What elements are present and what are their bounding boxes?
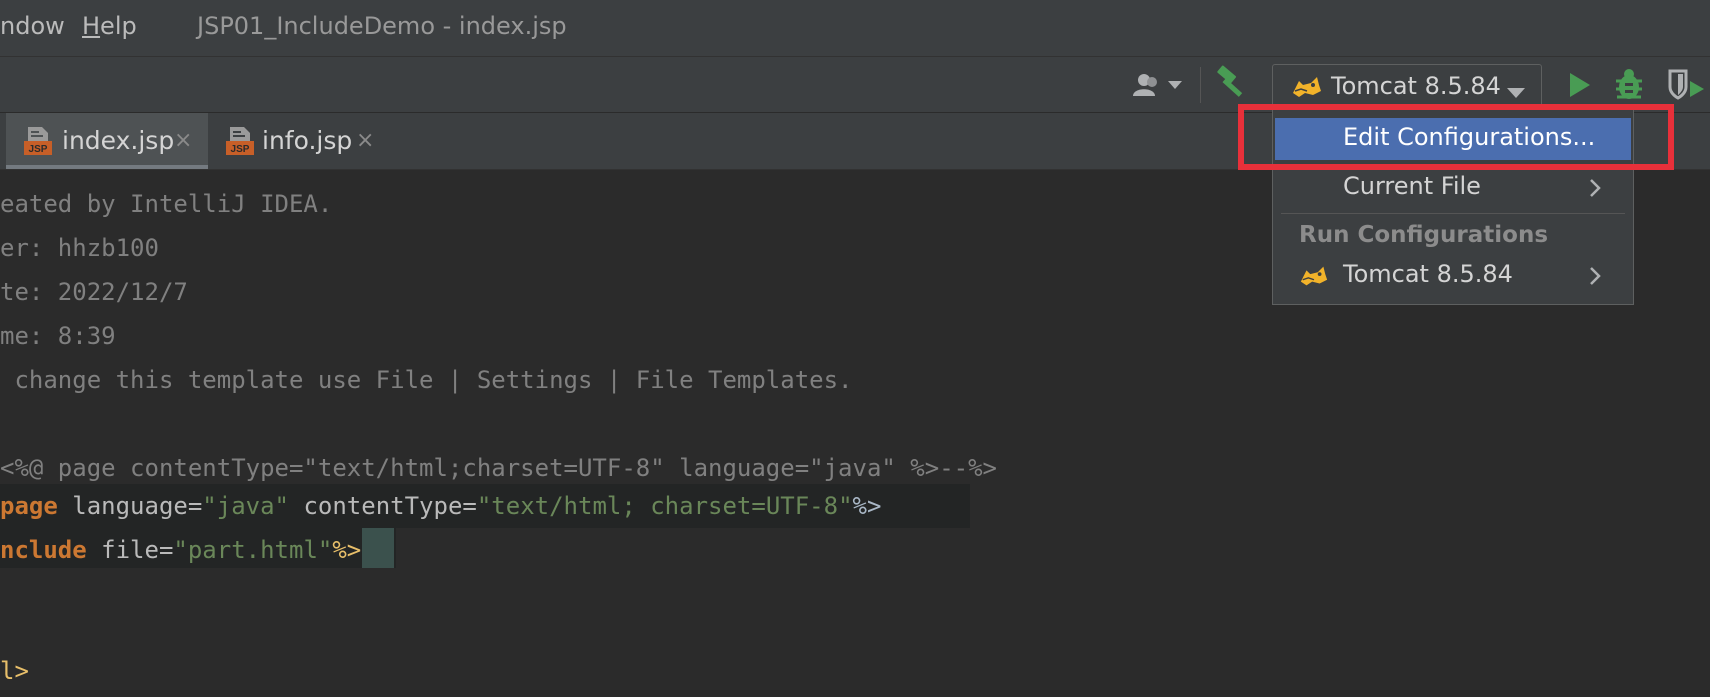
code-line: te: 2022/12/7 bbox=[0, 270, 188, 314]
close-icon[interactable]: × bbox=[174, 128, 192, 153]
current-file-item[interactable]: Current File bbox=[1273, 166, 1633, 210]
tomcat-icon bbox=[1291, 75, 1323, 103]
code-token: language= bbox=[57, 492, 203, 520]
brace-match-highlight bbox=[362, 528, 394, 568]
tomcat-config-label: Tomcat 8.5.84 bbox=[1343, 260, 1513, 288]
run-config-label: Tomcat 8.5.84 bbox=[1331, 72, 1501, 100]
chevron-right-icon bbox=[1589, 266, 1601, 290]
code-token: page bbox=[0, 492, 58, 520]
code-token: "text/html; charset=UTF-8" bbox=[476, 492, 853, 520]
code-line: nclude file="part.html"%> bbox=[0, 528, 361, 572]
code-token: te: 2022/12/7 bbox=[0, 278, 188, 306]
debug-icon[interactable] bbox=[1614, 67, 1644, 105]
code-line: me: 8:39 bbox=[0, 314, 116, 358]
tab-index-jsp[interactable]: JSP index.jsp × bbox=[6, 113, 208, 169]
run-config-selector[interactable]: Tomcat 8.5.84 bbox=[1272, 64, 1542, 108]
run-coverage-icon[interactable] bbox=[1666, 67, 1706, 105]
run-configurations-header: Run Configurations bbox=[1299, 222, 1549, 248]
code-token: nclude bbox=[0, 536, 87, 564]
code-token: file= bbox=[86, 536, 174, 564]
code-token: "java" bbox=[202, 492, 289, 520]
chevron-down-icon bbox=[1507, 83, 1525, 102]
window-title: JSP01_IncludeDemo - index.jsp bbox=[197, 12, 567, 40]
code-line: eated by IntelliJ IDEA. bbox=[0, 182, 332, 226]
tab-info-jsp[interactable]: JSP info.jsp × bbox=[208, 113, 388, 169]
popup-separator bbox=[1281, 213, 1625, 214]
code-token: change this template use File | Settings… bbox=[0, 366, 853, 394]
jsp-file-icon: JSP bbox=[22, 125, 54, 161]
code-token: <%@ page contentType="text/html;charset=… bbox=[0, 454, 997, 482]
toolbar-separator bbox=[1200, 67, 1201, 103]
code-token: eated by IntelliJ IDEA. bbox=[0, 190, 333, 218]
code-line: l> bbox=[0, 649, 29, 693]
code-line: er: hhzb100 bbox=[0, 226, 159, 270]
menu-help[interactable]: Help bbox=[82, 12, 137, 40]
code-line: change this template use File | Settings… bbox=[0, 358, 853, 402]
code-line: page language="java" contentType="text/h… bbox=[0, 484, 881, 528]
code-token: %> bbox=[332, 536, 362, 564]
svg-text:JSP: JSP bbox=[29, 144, 48, 155]
svg-text:JSP: JSP bbox=[231, 144, 250, 155]
code-token: %> bbox=[852, 492, 882, 520]
highlight-annotation-box bbox=[1238, 104, 1674, 170]
tomcat-icon bbox=[1299, 264, 1329, 292]
code-token: "part.html" bbox=[173, 536, 333, 564]
user-icon[interactable] bbox=[1132, 73, 1186, 101]
tab-label: index.jsp bbox=[62, 126, 175, 155]
code-token: l> bbox=[0, 657, 29, 685]
current-file-label: Current File bbox=[1343, 172, 1481, 200]
menu-help-mnemonic: H bbox=[82, 12, 101, 40]
menu-window[interactable]: ndow bbox=[0, 12, 65, 40]
active-tab-underline bbox=[6, 165, 208, 169]
jsp-file-icon: JSP bbox=[224, 125, 256, 161]
menu-help-rest: elp bbox=[100, 12, 137, 40]
tab-label: info.jsp bbox=[262, 126, 353, 155]
tomcat-config-item[interactable]: Tomcat 8.5.84 bbox=[1273, 254, 1633, 298]
build-hammer-icon[interactable] bbox=[1216, 65, 1252, 105]
code-token: er: hhzb100 bbox=[0, 234, 159, 262]
close-icon[interactable]: × bbox=[356, 128, 374, 153]
code-token: me: 8:39 bbox=[0, 322, 116, 350]
code-token: contentType= bbox=[289, 492, 477, 520]
title-bar: ndow Help JSP01_IncludeDemo - index.jsp bbox=[0, 0, 1710, 57]
run-icon[interactable] bbox=[1568, 71, 1592, 103]
chevron-right-icon bbox=[1589, 178, 1601, 202]
